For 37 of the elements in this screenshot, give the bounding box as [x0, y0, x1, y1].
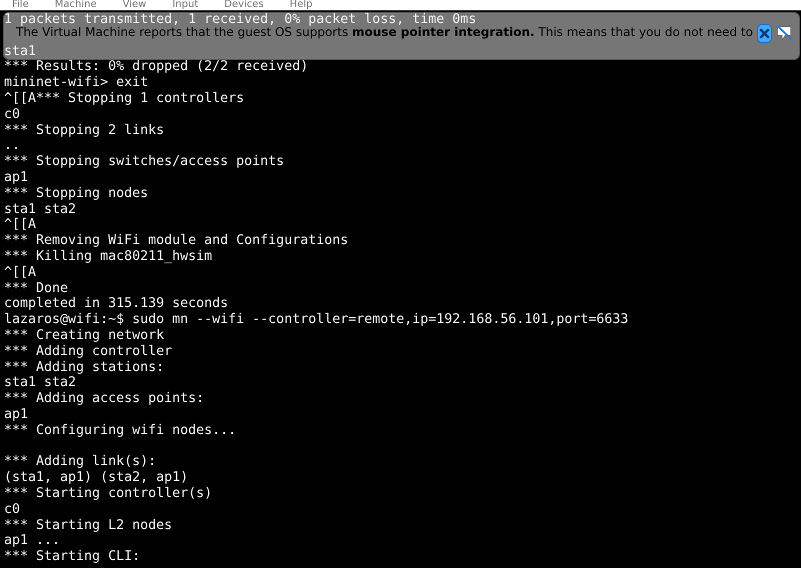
terminal-line: lazaros@wifi:~$ sudo mn --wifi --controller=remote,ip=192.168.56.101,port=6633 — [4, 312, 628, 328]
terminal-line: *** Adding stations: — [4, 360, 164, 376]
terminal-line: *** Adding link(s): — [4, 454, 156, 470]
terminal-line: *** Configuring wifi nodes... — [4, 422, 236, 439]
terminal-line: *** Adding access points: — [4, 391, 204, 407]
terminal-line: ap1 ... — [4, 533, 60, 550]
terminal-line: sta1 sta2 — [4, 202, 76, 218]
terminal-line: .. — [4, 138, 20, 154]
close-icon — [758, 26, 771, 40]
terminal-line: *** Removing WiFi module and Configurations — [4, 233, 348, 249]
terminal-line: *** Adding controller — [4, 344, 172, 360]
terminal-line: c0 — [4, 502, 20, 518]
terminal-line: 1 packets transmitted, 1 received, 0% packet loss, time 0ms — [4, 12, 476, 27]
close-button[interactable] — [756, 24, 772, 42]
terminal-line: completed in 315.139 seconds — [4, 296, 228, 312]
terminal-line: *** Creating network — [4, 328, 164, 344]
terminal-line: *** Killing mac80211_hwsim — [4, 248, 212, 265]
terminal-line: *** Stopping nodes — [4, 186, 148, 202]
terminal-line: *** Stopping 2 links — [4, 122, 164, 138]
terminal-line: sta1 — [4, 44, 36, 60]
notification-message: The Virtual Machine reports that the guest OS supports mouse pointer integration. This means that you do not need to — [16, 25, 753, 41]
terminal-line: (sta1, ap1) (sta2, ap1) — [4, 470, 188, 486]
terminal-line: *** Done — [4, 280, 68, 296]
terminal-line: c0 — [4, 106, 20, 123]
terminal-line: ap1 — [4, 170, 28, 186]
terminal-line: *** Results: 0% dropped (2/2 received) — [4, 59, 308, 76]
terminal-line: ^[[A — [4, 264, 36, 281]
terminal-line: *** Starting controller(s) — [4, 486, 212, 502]
terminal-line: ^[[A — [4, 217, 36, 234]
terminal-line: sta1 sta2 — [4, 375, 76, 392]
terminal-line: ^[[A*** Stopping 1 controllers — [4, 90, 244, 107]
terminal-line: mininet-wifi> exit — [4, 75, 148, 91]
terminal-line: *** Stopping switches/access points — [4, 154, 284, 170]
menu-item[interactable]: Input — [172, 0, 198, 10]
terminal-line: ap1 — [4, 406, 28, 423]
terminal-line: *** Starting CLI: — [4, 549, 140, 565]
terminal-line: *** Starting L2 nodes — [4, 518, 172, 534]
